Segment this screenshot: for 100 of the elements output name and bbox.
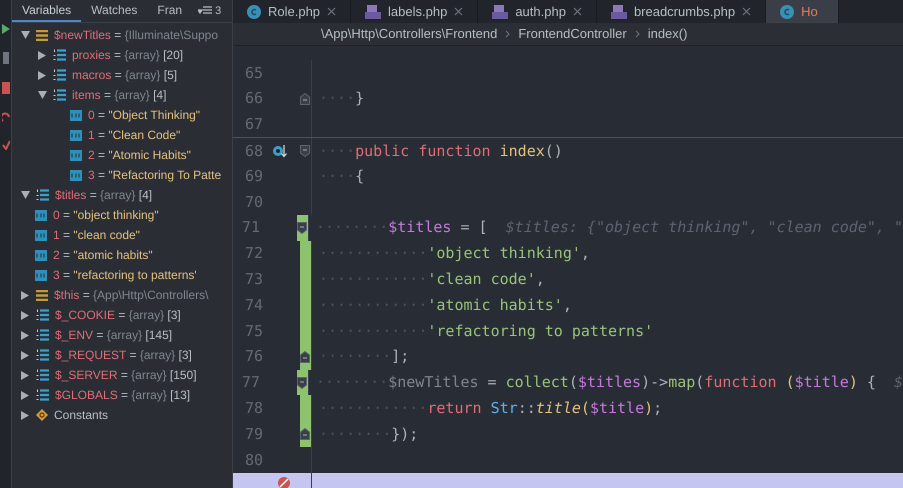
- chevron-icon: [634, 30, 640, 38]
- expand-arrow-icon[interactable]: [21, 330, 29, 340]
- code-line: ····{: [319, 166, 364, 187]
- panel-tab[interactable]: Fran: [147, 0, 192, 22]
- variable-entry[interactable]: $_ENV = {array} [145]: [55, 326, 172, 344]
- overrides-marker-icon[interactable]: [272, 144, 288, 158]
- fold-end-icon[interactable]: [300, 350, 310, 363]
- chevron-icon: [505, 30, 510, 38]
- php-file-icon: [365, 4, 382, 18]
- expand-arrow-icon[interactable]: [21, 310, 29, 320]
- fold-start-icon[interactable]: [296, 376, 307, 389]
- variable-entry[interactable]: $newTitles = {Illuminate\Suppo: [54, 26, 218, 44]
- expand-arrow-icon[interactable]: [21, 390, 29, 400]
- php-file-icon: [492, 4, 508, 18]
- code-line: ············'refactoring to patterns': [319, 320, 654, 342]
- fold-end-icon[interactable]: [300, 428, 310, 440]
- variable-entry[interactable]: $_COOKIE = {array} [3]: [55, 306, 181, 324]
- breadcrumb[interactable]: index(): [648, 24, 688, 44]
- line-number: 76: [244, 346, 263, 368]
- variable-entry[interactable]: items = {array} [4]: [72, 86, 166, 104]
- variable-entry[interactable]: 2 = "Atomic Habits": [88, 146, 191, 164]
- variable-entry[interactable]: proxies = {array} [20]: [72, 46, 184, 64]
- expand-arrow-icon[interactable]: [38, 70, 46, 80]
- fold-end-icon[interactable]: [300, 92, 310, 105]
- close-icon[interactable]: [742, 7, 752, 16]
- code-line: ············'atomic habits',: [319, 294, 572, 316]
- variable-entry[interactable]: $_SERVER = {array} [150]: [55, 366, 197, 384]
- variable-entry[interactable]: 0 = "Object Thinking": [88, 106, 200, 124]
- line-number: 66: [244, 88, 263, 110]
- variable-entry[interactable]: 1 = "Clean Code": [88, 126, 180, 144]
- line-number: 67: [244, 114, 263, 136]
- breadcrumb[interactable]: FrontendController: [518, 24, 627, 44]
- more-tabs-button[interactable]: 3: [192, 0, 226, 22]
- resume-icon[interactable]: [2, 24, 10, 34]
- code-line: ············return Str::title($title);: [319, 398, 662, 419]
- string-icon: [35, 270, 47, 280]
- close-icon[interactable]: [327, 7, 336, 16]
- collapse-arrow-icon[interactable]: [20, 191, 30, 199]
- line-number: 68: [244, 140, 263, 162]
- variable-entry[interactable]: $_REQUEST = {array} [3]: [55, 346, 192, 364]
- breadcrumb[interactable]: \App\Http\Controllers\Frontend: [321, 24, 498, 44]
- line-number: 77: [242, 372, 260, 394]
- fold-start-icon[interactable]: [300, 145, 310, 158]
- variable-entry[interactable]: Constants: [54, 406, 108, 424]
- string-icon: [70, 170, 82, 180]
- constant-icon: [36, 409, 48, 421]
- code-line: ········$titles = [ $titles: {"object thinking", "clean code", ": [316, 217, 903, 238]
- panel-tab[interactable]: Watches: [81, 0, 148, 22]
- line-number: 78: [244, 398, 263, 419]
- string-icon: [70, 110, 82, 120]
- variable-entry[interactable]: 2 = "atomic habits": [53, 246, 153, 264]
- variable-entry[interactable]: 3 = "Refactoring To Patte: [88, 166, 222, 184]
- variable-entry[interactable]: $titles = {array} [4]: [55, 186, 152, 204]
- expand-arrow-icon[interactable]: [21, 410, 29, 420]
- close-icon[interactable]: [572, 7, 582, 16]
- pause-icon[interactable]: [2, 52, 8, 64]
- line-number: 75: [244, 320, 263, 342]
- numbered-list-icon: [36, 189, 49, 201]
- object-icon: [36, 290, 48, 300]
- panel-tab[interactable]: Variables: [12, 0, 82, 22]
- variable-entry[interactable]: macros = {array} [5]: [72, 66, 178, 84]
- line-number: 72: [244, 243, 263, 264]
- string-icon: [70, 130, 82, 140]
- line-number: 79: [244, 424, 263, 445]
- expand-arrow-icon[interactable]: [21, 370, 29, 380]
- class-icon: [780, 4, 794, 18]
- variable-entry[interactable]: $GLOBALS = {array} [13]: [55, 386, 190, 404]
- collapse-arrow-icon[interactable]: [38, 91, 46, 99]
- collapse-arrow-icon[interactable]: [20, 31, 30, 39]
- variable-entry[interactable]: $this = {App\Http\Controllers\: [54, 286, 208, 304]
- code-line: ····}: [319, 88, 364, 110]
- line-number: 73: [244, 269, 263, 290]
- line-number: 69: [244, 166, 263, 187]
- breakpoint-icon[interactable]: [277, 476, 291, 488]
- stop-icon[interactable]: [2, 82, 10, 94]
- numbered-list-icon: [53, 49, 66, 61]
- numbered-list-icon: [36, 389, 49, 401]
- code-line: ········];: [319, 346, 410, 368]
- file-tab[interactable]: Ho: [766, 0, 839, 23]
- string-icon: [35, 210, 47, 220]
- code-line: ············'object thinking',: [319, 243, 590, 264]
- string-icon: [35, 230, 47, 240]
- line-number: 80: [244, 450, 263, 471]
- string-icon: [70, 150, 82, 160]
- line-number: 74: [244, 294, 263, 316]
- numbered-list-icon: [53, 69, 66, 81]
- php-file-icon: [610, 4, 627, 18]
- expand-arrow-icon[interactable]: [21, 350, 29, 360]
- class-icon: [247, 4, 261, 18]
- variable-entry[interactable]: 1 = "clean code": [53, 226, 140, 244]
- fold-start-icon[interactable]: [296, 222, 307, 234]
- object-icon: [36, 30, 48, 40]
- code-line: ········$newTitles = collect($titles)->map(function ($title) { $: [316, 372, 903, 394]
- expand-arrow-icon[interactable]: [21, 290, 29, 300]
- expand-arrow-icon[interactable]: [38, 50, 46, 60]
- close-icon[interactable]: [454, 7, 464, 16]
- line-number: 71: [242, 217, 260, 238]
- variable-entry[interactable]: 3 = "refactoring to patterns': [53, 266, 197, 284]
- numbered-list-icon: [36, 349, 49, 361]
- variable-entry[interactable]: 0 = "object thinking": [53, 206, 159, 224]
